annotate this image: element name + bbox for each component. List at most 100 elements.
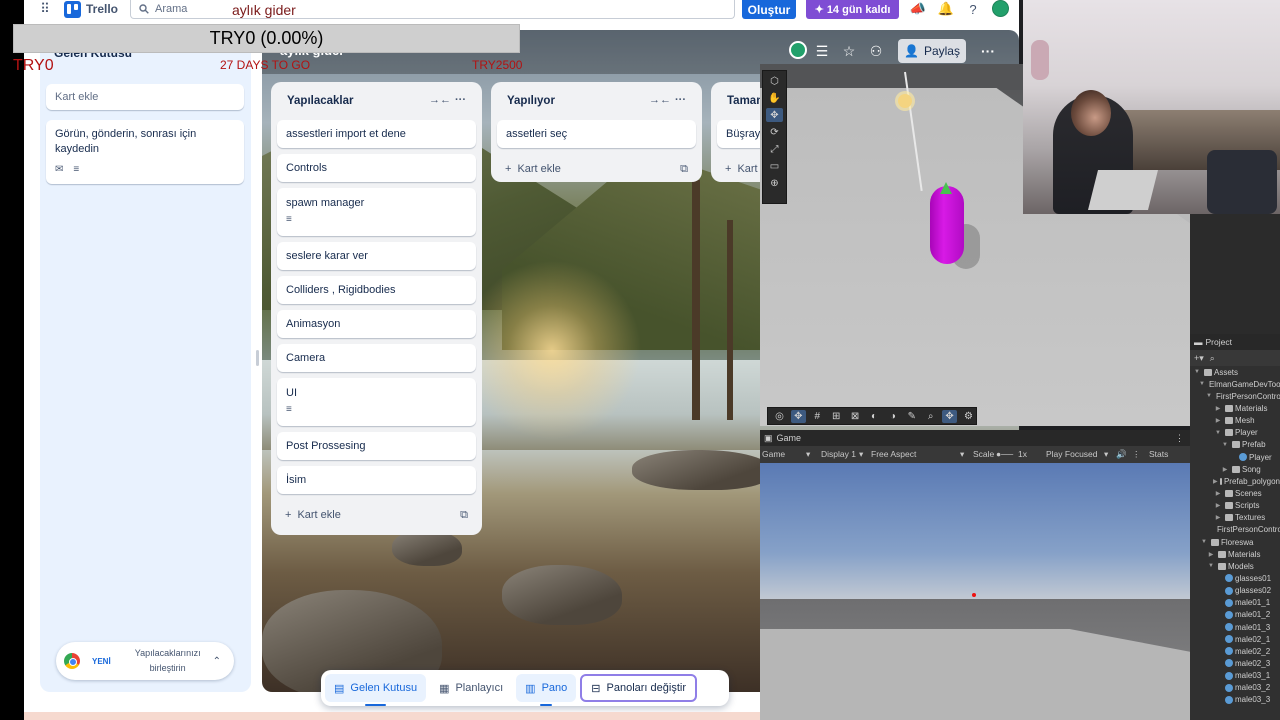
project-tree-item[interactable]: glasses01 [1190,572,1280,584]
collapse-list-icon[interactable]: →← [429,94,451,106]
star-icon[interactable]: ☆ [840,42,858,60]
project-tree-item[interactable]: ▼ Floreswa [1190,536,1280,548]
card[interactable]: assestleri import et dene [277,120,476,148]
orbit-icon[interactable]: ◐ [867,410,882,423]
inbox-add-card-input[interactable]: Kart ekle [46,84,244,110]
rect-tool-icon[interactable]: ▭ [766,159,783,173]
help-icon[interactable]: ? [965,1,981,17]
project-tree-item[interactable]: ▶ Prefab_polygon [1190,475,1280,487]
project-tree-item[interactable]: male02_3 [1190,657,1280,669]
card-template-icon[interactable]: ⧉ [680,163,688,176]
project-tree-item[interactable]: ▼ Player [1190,427,1280,439]
card[interactable]: Post Prossesing [277,432,476,460]
gizmos-icon[interactable]: ⚙ [961,410,976,423]
scale-tool-icon[interactable]: ⤢ [766,142,783,156]
expanded-arrow-icon[interactable]: ▼ [1199,539,1209,545]
project-tree-item[interactable]: ▼ Models [1190,560,1280,572]
panel-resize-handle[interactable] [256,350,259,366]
card-template-icon[interactable]: ⧉ [460,509,468,522]
nav-switch-boards[interactable]: ⊟ Panoları değiştir [580,674,697,702]
nav-planner[interactable]: ▦ Planlayıcı [430,674,512,702]
card[interactable]: UI ≡ [277,378,476,426]
gizmos-toggle-icon[interactable]: ⋮ [1132,449,1141,460]
project-tree-item[interactable]: ▼ Assets [1190,366,1280,378]
card[interactable]: Camera [277,344,476,372]
project-tree-item[interactable]: ▼FirstPersonController [1190,390,1280,402]
project-tree-item[interactable]: ▼ ElmanGameDevTools [1190,378,1280,390]
bell-icon[interactable]: 🔔 [938,1,954,17]
unity-game-view[interactable] [760,463,1190,720]
display-dropdown[interactable]: Display 1 [821,449,856,459]
megaphone-icon[interactable]: 📣 [910,1,926,17]
card[interactable]: spawn manager ≡ [277,188,476,236]
project-tree-item[interactable]: ▶ Materials [1190,402,1280,414]
grid-snap-icon[interactable]: ⊠ [848,410,863,423]
collapsed-arrow-icon[interactable]: ▶ [1213,490,1223,497]
expanded-arrow-icon[interactable]: ▼ [1206,393,1212,399]
card[interactable]: Colliders , Rigidbodies [277,276,476,304]
collapse-list-icon[interactable]: →← [649,94,671,106]
scale-slider[interactable]: ●── [996,449,1013,459]
transform-tool-icon[interactable]: ⊕ [766,176,783,190]
list-menu-icon[interactable]: ··· [455,94,466,106]
list-title[interactable]: Yapılacaklar [287,95,354,107]
move-tool-icon[interactable]: ✥ [766,108,783,122]
project-tree-item[interactable]: ▶ Materials [1190,548,1280,560]
view-options-icon[interactable]: ⬡ [766,74,783,88]
shading-icon[interactable]: ◑ [885,410,900,423]
game-tab[interactable]: Game [777,433,802,443]
trello-logo[interactable]: Trello [64,0,118,18]
project-tree-item[interactable]: male01_1 [1190,597,1280,609]
move-icon[interactable]: ✥ [790,409,806,423]
list-menu-icon[interactable]: ··· [675,94,686,106]
board-menu-icon[interactable]: ··· [976,39,1000,63]
chevron-up-icon[interactable]: ⌃ [213,656,221,667]
project-tab[interactable]: Project [1206,337,1232,347]
collapsed-arrow-icon[interactable]: ▶ [1213,417,1223,424]
project-tree-item[interactable]: male02_2 [1190,645,1280,657]
card[interactable]: Controls [277,154,476,182]
filter-icon[interactable]: ☰ [813,42,831,60]
merge-todos-banner[interactable]: YENİ Yapılacaklarınızı birleştirin ⌃ [56,642,234,680]
collapsed-arrow-icon[interactable]: ▶ [1213,514,1223,521]
create-button[interactable]: Oluştur [742,0,796,19]
player-capsule[interactable] [930,186,964,264]
collapsed-arrow-icon[interactable]: ▶ [1213,502,1223,509]
project-tree-item[interactable]: glasses02 [1190,585,1280,597]
add-asset-icon[interactable]: +▾ [1194,353,1204,364]
project-tree-item[interactable]: ▶ Scripts [1190,500,1280,512]
snap-icon[interactable]: ⊞ [829,410,844,423]
share-button[interactable]: 👤 Paylaş [898,39,966,63]
light-gizmo-icon[interactable] [898,94,912,108]
project-tree-item[interactable]: male01_3 [1190,621,1280,633]
add-card-button[interactable]: + Kart ekle ⧉ [497,154,696,184]
mute-audio-icon[interactable]: 🔊 [1116,449,1127,460]
project-tree-item[interactable]: FirstPersonController [1190,524,1280,536]
visibility-icon[interactable]: ⚇ [867,42,885,60]
collapsed-arrow-icon[interactable]: ▶ [1220,466,1230,473]
game-mode-dropdown[interactable]: Game [762,449,785,459]
expanded-arrow-icon[interactable]: ▼ [1206,563,1216,569]
collapsed-arrow-icon[interactable]: ▶ [1206,551,1216,558]
board-member-avatar[interactable] [789,41,807,59]
nav-inbox[interactable]: ▤ Gelen Kutusu [325,674,427,706]
project-tree-item[interactable]: male03_1 [1190,670,1280,682]
project-tree-item[interactable]: Player [1190,451,1280,463]
user-avatar[interactable] [992,0,1009,17]
project-tree-item[interactable]: male02_1 [1190,633,1280,645]
project-tree-item[interactable]: ▶ Textures [1190,512,1280,524]
search-input[interactable]: Arama [130,0,735,19]
paint-icon[interactable]: ✎ [904,410,919,423]
stats-button[interactable]: Stats [1149,449,1168,459]
hand-tool-icon[interactable]: ✋ [766,91,783,105]
search-icon[interactable]: ⌕ [1210,353,1215,364]
list-title[interactable]: Yapılıyor [507,95,555,107]
card[interactable]: seslere karar ver [277,242,476,270]
project-tree-item[interactable]: male03_3 [1190,694,1280,706]
card[interactable]: İsim [277,466,476,494]
rotate-tool-icon[interactable]: ⟳ [766,125,783,139]
collapsed-arrow-icon[interactable]: ▶ [1213,478,1218,485]
card[interactable]: assetleri seç [497,120,696,148]
expanded-arrow-icon[interactable]: ▼ [1192,369,1202,375]
grid-icon[interactable]: # [810,410,825,423]
